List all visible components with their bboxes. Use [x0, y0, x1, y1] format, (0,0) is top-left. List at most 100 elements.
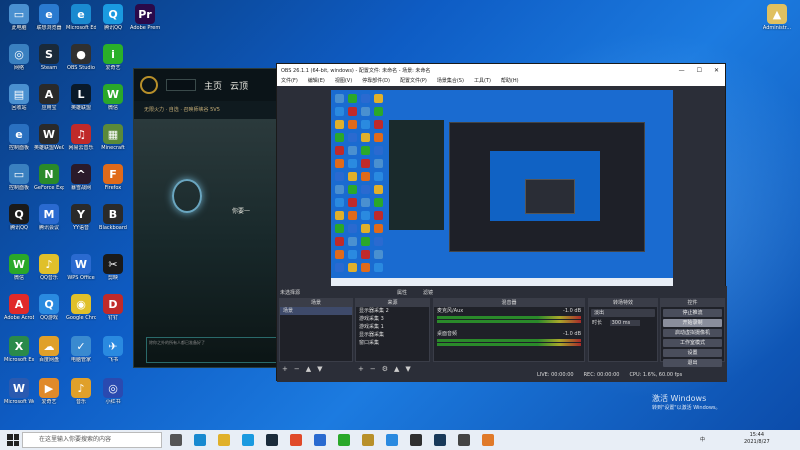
- desktop-shortcut[interactable]: ◎ 网络: [4, 44, 34, 71]
- desktop-shortcut[interactable]: AAdobe Acrobat: [4, 294, 34, 321]
- close-icon[interactable]: ✕: [714, 67, 719, 74]
- lol-client-window[interactable]: 主页 云顶 无限火力 · 自选 · 召唤师峡谷 5V5 你要一 除你之外的所有人…: [133, 68, 283, 368]
- taskbar-app-qq-icon[interactable]: [242, 434, 254, 446]
- taskbar-app-wps-icon[interactable]: [314, 434, 326, 446]
- desktop-shortcut[interactable]: B Blackboard: [98, 204, 128, 231]
- desktop-shortcut[interactable]: W WPS Office: [66, 254, 96, 281]
- taskbar-search-input[interactable]: 在这里输入你要搜索的内容: [22, 432, 162, 448]
- desktop-shortcut[interactable]: M 腾讯会议: [34, 204, 64, 231]
- taskbar-app-app-icon[interactable]: [482, 434, 494, 446]
- virtual-camera-button[interactable]: 启动虚拟摄像机: [663, 329, 722, 337]
- desktop-shortcut[interactable]: eMicrosoft Edge: [66, 4, 96, 31]
- source-item[interactable]: 游戏采集 1: [356, 323, 429, 331]
- taskbar-app-obs-icon[interactable]: [410, 434, 422, 446]
- minimize-icon[interactable]: —: [679, 67, 685, 74]
- desktop-shortcut[interactable]: W 微信: [4, 254, 34, 281]
- taskbar-app-wechat-icon[interactable]: [338, 434, 350, 446]
- desktop-shortcut[interactable]: W 微信: [98, 84, 128, 111]
- obs-preview-canvas[interactable]: [331, 90, 673, 286]
- desktop-shortcut[interactable]: NGeForce Experience: [34, 164, 64, 191]
- desktop-shortcut[interactable]: ▶ 爱奇艺: [34, 378, 64, 405]
- source-item[interactable]: 显示器采集 2: [356, 307, 429, 315]
- system-clock[interactable]: 15:44 2021/8/27: [744, 432, 770, 446]
- desktop-shortcut[interactable]: ♪ 音乐: [66, 378, 96, 405]
- taskbar-app-steam2-icon[interactable]: [434, 434, 446, 446]
- desktop-shortcut[interactable]: ✓ 电脑管家: [66, 336, 96, 363]
- menu-scene-collection[interactable]: 场景集合(S): [437, 77, 464, 86]
- taskbar-app-edge-icon[interactable]: [194, 434, 206, 446]
- add-icon[interactable]: +: [282, 365, 288, 375]
- exit-button[interactable]: 退出: [663, 359, 722, 367]
- remove-icon[interactable]: −: [294, 365, 300, 375]
- studio-mode-button[interactable]: 工作室模式: [663, 339, 722, 347]
- windows-start-icon[interactable]: [7, 434, 19, 446]
- desktop-shortcut[interactable]: ◎ 小红书: [98, 378, 128, 405]
- taskbar-app-task-view-icon[interactable]: [170, 434, 182, 446]
- source-item[interactable]: 游戏采集 3: [356, 315, 429, 323]
- desktop-shortcut[interactable]: ♫ 网易云音乐: [66, 124, 96, 151]
- add-icon[interactable]: +: [358, 365, 364, 375]
- desktop-shortcut[interactable]: ✈ 飞书: [98, 336, 128, 363]
- taskbar-app-obs2-icon[interactable]: [458, 434, 470, 446]
- duration-input[interactable]: 300 ms: [609, 320, 641, 326]
- desktop-shortcut[interactable]: W英雄联盟WeGame: [34, 124, 64, 151]
- desktop-shortcut[interactable]: Q 腾讯QQ: [4, 204, 34, 231]
- source-item[interactable]: 窗口采集: [356, 339, 429, 347]
- stop-streaming-button[interactable]: 停止推流: [663, 309, 722, 317]
- start-recording-button[interactable]: 开始录制: [663, 319, 722, 327]
- taskbar-app-explorer-icon[interactable]: [218, 434, 230, 446]
- mic-volume-slider[interactable]: [437, 320, 581, 323]
- desktop-shortcut[interactable]: Q QQ游戏: [34, 294, 64, 321]
- desktop-shortcut[interactable]: ◉Google Chrome: [66, 294, 96, 321]
- gear-icon[interactable]: ⚙: [382, 365, 388, 375]
- desktop-shortcut[interactable]: ^ 暴雪战网: [66, 164, 96, 191]
- lol-play-button[interactable]: [166, 79, 196, 91]
- menu-view[interactable]: 视图(V): [335, 77, 352, 86]
- desktop-shortcut[interactable]: Y YY语音: [66, 204, 96, 231]
- desktop-shortcut[interactable]: ♪ QQ音乐: [34, 254, 64, 281]
- desktop-shortcut[interactable]: Q 腾讯QQ: [98, 4, 128, 31]
- desktop-shortcut[interactable]: ☁ 百度网盘: [34, 336, 64, 363]
- lol-nav-home[interactable]: 主页: [204, 79, 222, 92]
- menu-file[interactable]: 文件(F): [281, 77, 298, 86]
- lol-logo-icon[interactable]: [140, 76, 158, 94]
- menu-help[interactable]: 帮助(H): [501, 77, 519, 86]
- desktop-shortcut[interactable]: ✂ 剪映: [98, 254, 128, 281]
- desktop-shortcut[interactable]: XMicrosoft Excel: [4, 336, 34, 363]
- desktop-shortcut[interactable]: D 钉钉: [98, 294, 128, 321]
- move-down-icon[interactable]: ▼: [317, 365, 322, 375]
- desktop-shortcut[interactable]: S Steam: [34, 44, 64, 71]
- maximize-icon[interactable]: ☐: [697, 67, 702, 74]
- menu-tools[interactable]: 工具(T): [474, 77, 491, 86]
- desktop-volume-slider[interactable]: [437, 343, 581, 346]
- filters-button[interactable]: 滤镜: [423, 289, 433, 296]
- properties-button[interactable]: 属性: [397, 289, 407, 296]
- settings-button[interactable]: 设置: [663, 349, 722, 357]
- menu-edit[interactable]: 编辑(E): [308, 77, 325, 86]
- menu-docks[interactable]: 停靠部件(D): [362, 77, 390, 86]
- taskbar-app-photos-icon[interactable]: [386, 434, 398, 446]
- taskbar-app-lol-icon[interactable]: [362, 434, 374, 446]
- move-down-icon[interactable]: ▼: [405, 365, 410, 375]
- lol-nav-cloud[interactable]: 云顶: [230, 79, 248, 92]
- move-up-icon[interactable]: ▲: [306, 365, 311, 375]
- desktop-shortcut[interactable]: A 应用宝: [34, 84, 64, 111]
- transition-select[interactable]: 淡出: [591, 309, 655, 317]
- scene-item[interactable]: 场景: [280, 307, 352, 315]
- obs-window[interactable]: OBS 26.1.1 (64-bit, windows) - 配置文件: 未命名…: [276, 63, 727, 382]
- desktop-shortcut[interactable]: L 英雄联盟: [66, 84, 96, 111]
- remove-icon[interactable]: −: [370, 365, 376, 375]
- desktop-shortcut[interactable]: ● OBS Studio: [66, 44, 96, 71]
- taskbar-app-steam-icon[interactable]: [266, 434, 278, 446]
- source-item[interactable]: 显示器采集: [356, 331, 429, 339]
- desktop-shortcut[interactable]: e 控制面板: [4, 124, 34, 151]
- desktop-shortcut[interactable]: ▭ 控制面板: [4, 164, 34, 191]
- desktop-shortcut[interactable]: F Firefox: [98, 164, 128, 191]
- desktop-shortcut[interactable]: ▲ Administr...: [762, 4, 792, 31]
- desktop-shortcut[interactable]: e 联想浏览器: [34, 4, 64, 31]
- desktop-shortcut[interactable]: PrAdobe Premiere Pro: [130, 4, 160, 31]
- desktop-shortcut[interactable]: i 爱奇艺: [98, 44, 128, 71]
- desktop-shortcut[interactable]: ▭ 此电脑: [4, 4, 34, 31]
- ime-indicator[interactable]: 中: [700, 436, 705, 443]
- taskbar-app-chrome-icon[interactable]: [290, 434, 302, 446]
